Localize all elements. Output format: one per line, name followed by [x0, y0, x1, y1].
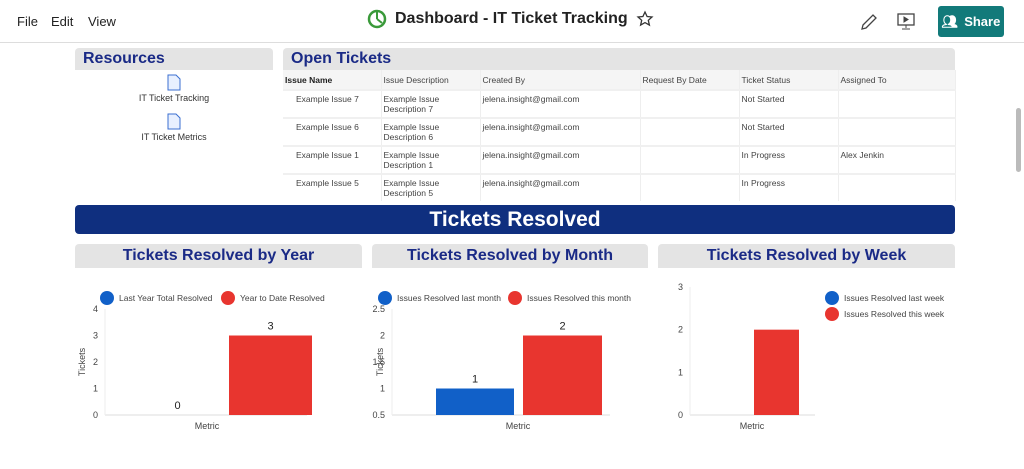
- legend-label: Issues Resolved last week: [844, 293, 945, 303]
- bar: [754, 329, 799, 415]
- y-tick-label: 0: [93, 410, 98, 420]
- bar: [436, 388, 514, 415]
- y-tick-label: 2: [380, 331, 385, 341]
- legend-marker-icon: [378, 291, 392, 305]
- y-tick-label: 4: [93, 304, 98, 314]
- y-tick-label: 2: [678, 325, 683, 335]
- bar: [229, 335, 312, 415]
- y-tick-label: 0: [678, 410, 683, 420]
- y-axis-label: Tickets: [77, 347, 87, 376]
- y-tick-label: 3: [678, 282, 683, 292]
- scrollbar[interactable]: [1016, 108, 1021, 172]
- y-tick-label: 3: [93, 331, 98, 341]
- y-tick-label: 2.5: [372, 304, 385, 314]
- legend-marker-icon: [508, 291, 522, 305]
- y-axis-label: Tickets: [375, 347, 385, 376]
- legend-marker-icon: [825, 307, 839, 321]
- bar: [523, 335, 602, 415]
- legend-label: Issues Resolved this month: [527, 293, 631, 303]
- legend-label: Last Year Total Resolved: [119, 293, 213, 303]
- y-tick-label: 1: [380, 384, 385, 394]
- charts-canvas: 0 1 2 3 4 Tickets Metric 0 Last Year Total Resol…: [77, 282, 945, 431]
- legend-label: Issues Resolved last month: [397, 293, 501, 303]
- x-axis-label: Metric: [195, 421, 220, 431]
- data-label: 1: [472, 374, 478, 386]
- y-tick-label: 1: [678, 367, 683, 377]
- data-label: 3: [267, 321, 273, 333]
- x-axis-label: Metric: [506, 421, 531, 431]
- y-tick-label: 1: [93, 384, 98, 394]
- legend-label: Year to Date Resolved: [240, 293, 325, 303]
- legend-marker-icon: [221, 291, 235, 305]
- x-axis-label: Metric: [740, 421, 765, 431]
- data-label: 0: [174, 400, 180, 412]
- legend-marker-icon: [100, 291, 114, 305]
- y-tick-label: 2: [93, 357, 98, 367]
- data-label: 2: [559, 321, 565, 333]
- legend-marker-icon: [825, 291, 839, 305]
- legend-label: Issues Resolved this week: [844, 309, 945, 319]
- y-tick-label: 0.5: [372, 410, 385, 420]
